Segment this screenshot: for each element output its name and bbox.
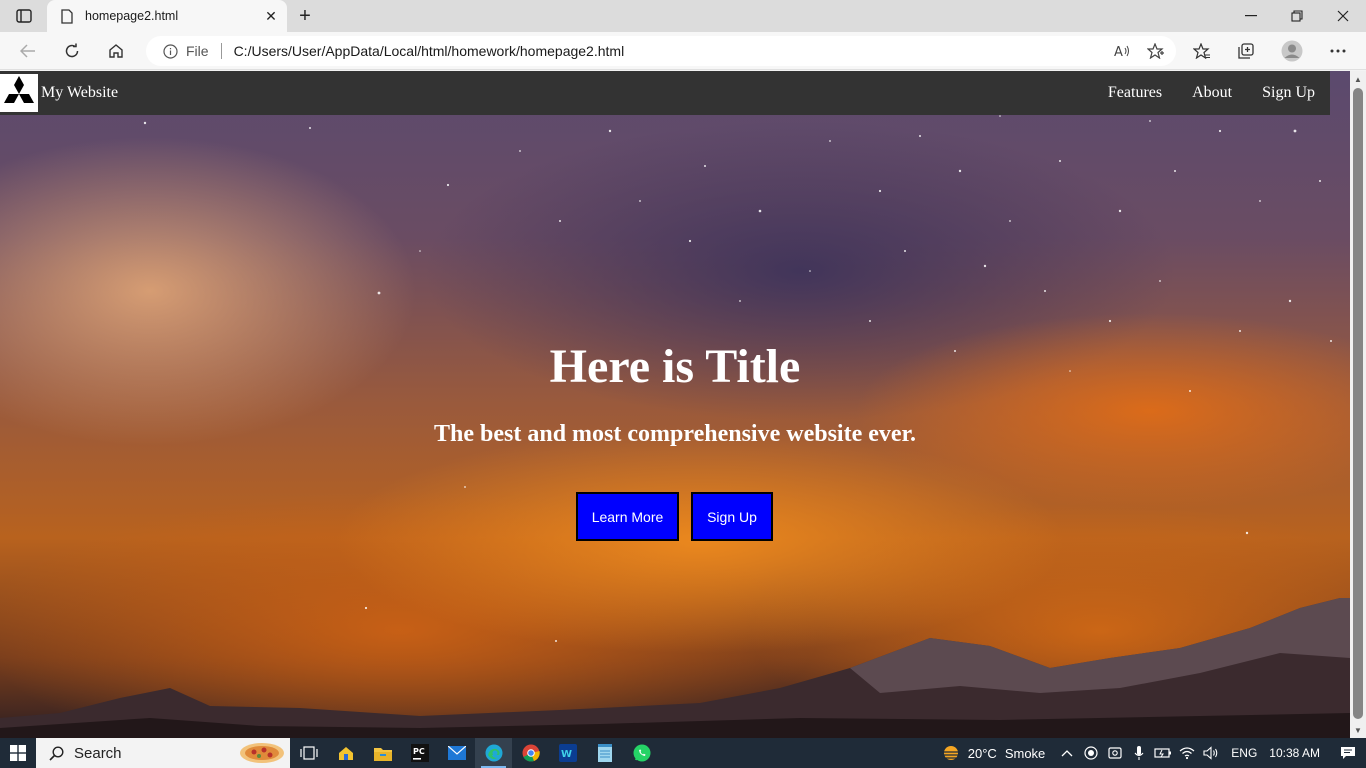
chrome-icon[interactable] <box>512 738 549 768</box>
home-icon[interactable] <box>102 37 130 65</box>
address-bar[interactable]: File C:/Users/User/AppData/Local/html/ho… <box>146 36 1176 66</box>
language-indicator[interactable]: ENG <box>1231 746 1257 760</box>
read-aloud-icon[interactable]: A <box>1108 37 1136 65</box>
notepad-icon[interactable] <box>586 738 623 768</box>
weather-widget[interactable]: 20°C Smoke <box>940 744 1046 762</box>
divider <box>220 43 222 59</box>
search-icon <box>48 745 64 761</box>
webstorm-icon[interactable]: W <box>549 738 586 768</box>
hero-section: Here is Title The best and most comprehe… <box>0 71 1350 738</box>
scheme-label: File <box>186 43 209 59</box>
file-explorer-icon[interactable] <box>364 738 401 768</box>
favorites-icon[interactable] <box>1188 37 1216 65</box>
task-view-icon[interactable] <box>290 738 327 768</box>
tab-title: homepage2.html <box>85 9 179 23</box>
minimize-icon[interactable] <box>1228 0 1274 32</box>
back-icon[interactable] <box>14 37 42 65</box>
profile-avatar-icon[interactable] <box>1278 37 1306 65</box>
weather-sun-icon <box>941 746 960 760</box>
more-menu-icon[interactable] <box>1324 37 1352 65</box>
scroll-down-icon[interactable]: ▼ <box>1350 722 1366 738</box>
pycharm-icon[interactable]: PC <box>401 738 438 768</box>
taskbar-search-box[interactable]: Search <box>36 738 290 768</box>
refresh-icon[interactable] <box>58 37 86 65</box>
record-icon[interactable] <box>1079 738 1103 768</box>
pizza-icon <box>240 743 284 763</box>
page-scrollbar[interactable]: ▲ ▼ <box>1350 71 1366 738</box>
notification-icon[interactable] <box>1330 738 1366 768</box>
new-tab-button[interactable]: + <box>292 4 318 28</box>
hero-buttons: Learn More Sign Up <box>576 492 773 541</box>
close-window-icon[interactable] <box>1320 0 1366 32</box>
chevron-up-icon[interactable] <box>1055 738 1079 768</box>
camera-icon[interactable] <box>1103 738 1127 768</box>
windows-taskbar: Search PC W 20°C Smoke ENG 10:38 AM <box>0 738 1366 768</box>
edge-browser-icon[interactable] <box>475 738 512 768</box>
home-app-icon[interactable] <box>327 738 364 768</box>
page-icon <box>59 8 75 24</box>
info-icon[interactable] <box>162 43 178 59</box>
volume-icon[interactable] <box>1199 738 1223 768</box>
search-placeholder: Search <box>74 744 122 762</box>
browser-toolbar: File C:/Users/User/AppData/Local/html/ho… <box>0 32 1366 70</box>
learn-more-button[interactable]: Learn More <box>576 492 679 541</box>
hero-subtitle: The best and most comprehensive website … <box>434 421 916 447</box>
collections-icon[interactable] <box>1232 37 1260 65</box>
scroll-thumb[interactable] <box>1353 88 1363 719</box>
microphone-icon[interactable] <box>1127 738 1151 768</box>
page-viewport: My Website Features About Sign Up Here i… <box>0 71 1350 738</box>
weather-condition: Smoke <box>1004 745 1046 761</box>
restore-icon[interactable] <box>1274 0 1320 32</box>
svg-text:W: W <box>561 749 572 760</box>
close-tab-icon[interactable]: ✕ <box>261 6 281 26</box>
wifi-icon[interactable] <box>1175 738 1199 768</box>
hero-title: Here is Title <box>549 340 801 393</box>
svg-text:A: A <box>1114 45 1123 58</box>
clock[interactable]: 10:38 AM <box>1269 746 1320 760</box>
browser-tab[interactable]: homepage2.html ✕ <box>47 0 287 32</box>
add-favorite-icon[interactable] <box>1142 37 1170 65</box>
windows-start-icon[interactable] <box>0 738 36 768</box>
mail-icon[interactable] <box>438 738 475 768</box>
system-tray: 20°C Smoke ENG 10:38 AM <box>940 738 1366 768</box>
tab-strip: homepage2.html ✕ + <box>0 0 1366 32</box>
url-text[interactable]: C:/Users/User/AppData/Local/html/homewor… <box>234 43 1108 59</box>
battery-icon[interactable] <box>1151 738 1175 768</box>
tab-actions-icon[interactable] <box>10 6 38 26</box>
weather-temp: 20°C <box>967 745 997 761</box>
sign-up-button[interactable]: Sign Up <box>691 492 773 541</box>
whatsapp-icon[interactable] <box>623 738 660 768</box>
scroll-up-icon[interactable]: ▲ <box>1350 71 1366 87</box>
svg-text:PC: PC <box>413 747 425 756</box>
